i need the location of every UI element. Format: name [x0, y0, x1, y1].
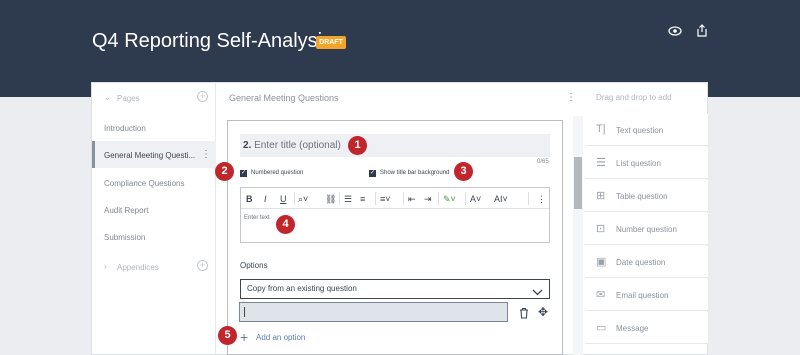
sidebar-item-general-meeting[interactable]: General Meeting Questi...	[104, 151, 195, 160]
link-icon[interactable]: ⛓	[325, 194, 336, 205]
callout-badge: 2	[215, 162, 234, 181]
indent-icon[interactable]: ⇥	[424, 194, 432, 205]
scrollbar-thumb[interactable]	[574, 157, 582, 209]
outdent-icon[interactable]: ⇤	[408, 194, 416, 205]
page-menu-icon[interactable]: ⋮	[201, 149, 211, 160]
callout-badge: 3	[454, 162, 473, 181]
chevron-right-icon[interactable]: ›	[104, 262, 107, 271]
title-placeholder: Enter title (optional)	[254, 140, 341, 151]
select-value: Copy from an existing question	[247, 284, 357, 293]
tool-label: Table question	[616, 192, 668, 201]
option-input[interactable]	[239, 302, 508, 322]
question-title-input[interactable]: 2. Enter title (optional)	[240, 134, 550, 157]
sidebar-item-introduction[interactable]: Introduction	[104, 124, 146, 133]
char-counter: 0/65	[537, 159, 549, 165]
number-icon: ⊡	[596, 223, 606, 235]
toolbar-divider	[294, 192, 295, 205]
list-icon: ☰	[596, 157, 606, 169]
options-heading: Options	[240, 261, 268, 270]
question-number: 2.	[243, 140, 252, 151]
table-icon: ⊞	[596, 190, 606, 202]
appendices-heading: Appendices	[117, 263, 159, 272]
email-icon: ✉	[596, 289, 606, 301]
scrollbar-track[interactable]	[573, 116, 583, 355]
section-menu-icon[interactable]: ⋮	[566, 92, 576, 103]
toolbar-divider	[375, 192, 376, 205]
sidebar-item-audit-report[interactable]: Audit Report	[104, 206, 148, 215]
add-option-link[interactable]: Add an option	[256, 333, 305, 342]
share-icon[interactable]	[697, 24, 707, 40]
add-appendix-icon[interactable]: +	[197, 260, 208, 271]
form-title: Q4 Reporting Self-Analysis	[92, 30, 333, 52]
chevron-down-icon[interactable]	[532, 283, 543, 301]
callout-badge: 1	[348, 136, 367, 155]
tool-label: Text question	[616, 126, 664, 135]
toolbar-divider	[528, 192, 529, 205]
section-title: General Meeting Questions	[229, 93, 339, 103]
pages-heading: Pages	[117, 94, 140, 103]
more-options-icon[interactable]: ⋮	[537, 194, 546, 205]
text-color-icon[interactable]: ✎˅	[443, 194, 456, 205]
font-size-button[interactable]: AI˅	[494, 194, 508, 204]
bold-button[interactable]: B	[246, 194, 253, 204]
tool-label: Number question	[616, 225, 677, 234]
numbered-label: Numbered question	[251, 170, 304, 176]
pages-sidebar	[91, 82, 216, 355]
text-icon: T|	[596, 123, 606, 135]
callout-badge: 5	[218, 326, 237, 345]
add-option-icon[interactable]: +	[240, 329, 248, 345]
tool-label: Date question	[616, 258, 666, 267]
text-caret	[244, 307, 245, 317]
bullet-list-icon[interactable]: ☰	[344, 194, 352, 205]
titlebar-label: Show title bar background	[380, 170, 450, 176]
align-icon[interactable]: ≡˅	[380, 194, 391, 204]
draft-badge: DRAFT	[316, 36, 346, 49]
underline-button[interactable]: U	[280, 194, 287, 204]
toolbar-divider	[339, 192, 340, 205]
eye-icon[interactable]	[668, 24, 682, 39]
toolbar-divider	[465, 192, 466, 205]
tool-label: Message	[616, 324, 649, 333]
editor-placeholder: Enter text	[244, 215, 270, 221]
toolbar-divider	[403, 192, 404, 205]
message-icon: ▭	[596, 322, 607, 334]
tool-label: List question	[616, 159, 661, 168]
tool-label: Email question	[616, 291, 669, 300]
copy-question-select[interactable]: Copy from an existing question	[240, 279, 550, 299]
date-icon: ▣	[596, 256, 607, 268]
titlebar-checkbox[interactable]: ✓	[369, 170, 376, 177]
trash-icon[interactable]	[519, 306, 529, 324]
numbered-list-icon[interactable]: ≡	[360, 194, 365, 204]
callout-badge: 4	[276, 215, 295, 234]
sidebar-item-submission[interactable]: Submission	[104, 233, 145, 242]
toolbar-divider	[438, 192, 439, 205]
sidebar-item-compliance[interactable]: Compliance Questions	[104, 179, 184, 188]
move-handle-icon[interactable]: ✥	[538, 305, 548, 319]
font-style-icon[interactable]: A˅	[470, 194, 481, 204]
add-page-icon[interactable]: +	[197, 91, 208, 102]
numbered-checkbox[interactable]: ✓	[240, 170, 247, 177]
chevron-down-icon[interactable]: ⌄	[104, 93, 111, 102]
font-size-label: AI	[494, 194, 503, 204]
highlight-icon[interactable]: ⌕˅	[298, 194, 308, 205]
tools-heading: Drag and drop to add	[596, 93, 672, 102]
italic-button[interactable]: I	[264, 194, 267, 204]
